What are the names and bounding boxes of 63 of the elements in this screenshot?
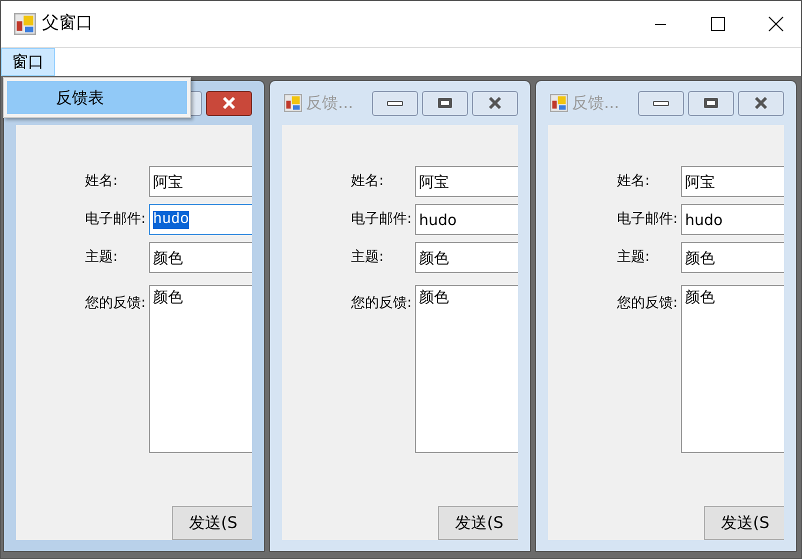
- minimize-button[interactable]: [372, 90, 418, 116]
- close-icon: [754, 97, 768, 109]
- field-label: 主题:: [350, 248, 385, 267]
- field-label: 电子邮件:: [616, 210, 679, 229]
- input-field[interactable]: 阿宝: [415, 166, 518, 197]
- field-label: 您的反馈:: [84, 294, 147, 313]
- maximize-button[interactable]: [688, 90, 734, 116]
- field-value: hudo: [685, 210, 723, 228]
- close-icon: [488, 97, 502, 109]
- minimize-icon: [387, 100, 403, 106]
- field-label: 姓名:: [84, 172, 119, 191]
- field-value: 阿宝: [419, 172, 449, 190]
- field-value: 阿宝: [685, 172, 715, 190]
- input-field[interactable]: hudo: [681, 204, 784, 235]
- input-field[interactable]: 颜色: [681, 242, 784, 273]
- maximize-icon: [711, 17, 725, 31]
- app-icon: [284, 94, 302, 112]
- field-label: 电子邮件:: [350, 210, 413, 229]
- maximize-icon: [704, 98, 718, 108]
- dropdown-item[interactable]: 反馈表: [7, 81, 187, 114]
- child-window-title: 反馈...: [572, 92, 620, 114]
- input-field[interactable]: 颜色: [149, 242, 252, 273]
- field-value: 颜色: [153, 248, 183, 266]
- input-field[interactable]: 阿宝: [149, 166, 252, 197]
- field-label: 电子邮件:: [84, 210, 147, 229]
- field-label: 姓名:: [616, 172, 651, 191]
- field-value: hudo: [419, 210, 457, 228]
- field-label: 姓名:: [350, 172, 385, 191]
- close-icon: [768, 16, 784, 32]
- field-value: 颜色: [153, 288, 183, 306]
- input-field[interactable]: hudo: [149, 204, 252, 235]
- input-field[interactable]: 阿宝: [681, 166, 784, 197]
- minimize-icon: [653, 100, 669, 106]
- input-field[interactable]: 颜色: [415, 242, 518, 273]
- send-button[interactable]: 发送(S: [704, 506, 784, 540]
- field-value: 颜色: [685, 288, 715, 306]
- minimize-button[interactable]: [638, 90, 684, 116]
- field-label: 主题:: [84, 248, 119, 267]
- field-value: 颜色: [419, 288, 449, 306]
- send-button[interactable]: 发送(S: [438, 506, 518, 540]
- child-window-title: 反馈...: [306, 92, 354, 114]
- close-button[interactable]: [472, 90, 518, 116]
- window-title: 父窗口: [42, 12, 93, 36]
- feedback-field[interactable]: 颜色: [681, 285, 784, 453]
- close-button[interactable]: [738, 90, 784, 116]
- feedback-field[interactable]: 颜色: [415, 285, 518, 453]
- field-value: 颜色: [419, 248, 449, 266]
- feedback-field[interactable]: 颜色: [149, 285, 252, 453]
- app-icon: [550, 94, 568, 112]
- maximize-button[interactable]: [422, 90, 468, 116]
- field-value: hudo: [153, 210, 190, 228]
- input-field[interactable]: hudo: [415, 204, 518, 235]
- app-icon: [14, 13, 36, 35]
- close-icon: [222, 97, 236, 109]
- field-label: 主题:: [616, 248, 651, 267]
- field-label: 您的反馈:: [616, 294, 679, 313]
- send-button[interactable]: 发送(S: [172, 506, 252, 540]
- menu-item[interactable]: 窗口: [1, 48, 55, 76]
- field-value: 颜色: [685, 248, 715, 266]
- field-label: 您的反馈:: [350, 294, 413, 313]
- field-value: 阿宝: [153, 172, 183, 190]
- close-button[interactable]: [206, 90, 252, 116]
- maximize-icon: [438, 98, 452, 108]
